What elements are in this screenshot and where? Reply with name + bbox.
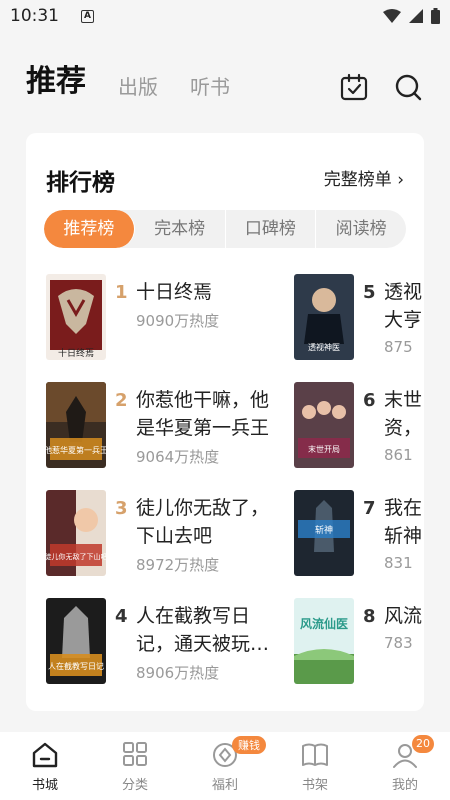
rank-number: 3 [115,498,128,519]
ranking-list: 十日终焉 1 十日终焉 9090万热度 他惹华夏第一兵王 2 你惹他干嘛，他是华… [26,133,424,711]
book-title: 风流 [384,605,423,627]
status-time: 10:31 [10,6,59,26]
nav-bookshelf[interactable]: 书架 [270,732,360,800]
list-item[interactable]: 斩神 7 我在 斩神 831 [294,490,424,582]
book-title: 末世 资， [384,389,423,439]
rank-number: 8 [363,606,376,627]
book-title: 我在 斩神 [384,497,423,547]
book-heat: 8906万热度 [136,664,220,682]
book-heat: 783 [384,634,413,652]
nav-bookshelf-label: 书架 [301,778,328,793]
rank-number: 6 [363,390,376,411]
book-cover: 他惹华夏第一兵王 [46,382,106,468]
rank-number: 1 [115,282,128,303]
rank-number: 2 [115,390,128,411]
svg-text:末世开局: 末世开局 [308,444,340,454]
list-item[interactable]: 末世开局 6 末世 资， 861 [294,382,424,474]
book-heat: 861 [384,446,413,464]
notification-icon: A [81,9,94,23]
nav-category-label: 分类 [121,778,148,793]
svg-text:人在截教写日记: 人在截教写日记 [48,661,104,671]
home-icon [32,742,58,768]
book-cover: 透视神医 [294,274,354,360]
list-item[interactable]: 风流仙医 8 风流 783 [294,598,424,690]
book-cover: 斩神 [294,490,354,576]
status-bar: 10:31 A [0,0,450,32]
tab-audio[interactable]: 听书 [190,71,230,100]
earn-badge: 赚钱 [232,736,266,754]
svg-text:他惹华夏第一兵王: 他惹华夏第一兵王 [46,445,106,455]
book-title: 你惹他干嘛，他是华夏第一兵王 [136,389,270,439]
book-title: 十日终焉 [136,281,213,303]
book-cover: 十日终焉 [46,274,106,360]
ranking-card: 排行榜 完整榜单 › 推荐榜 完本榜 口碑榜 阅读榜 十日终焉 1 十日终焉 9… [26,133,424,711]
book-heat: 831 [384,554,413,572]
book-cover: 人在截教写日记 [46,598,106,684]
svg-text:十日终焉: 十日终焉 [58,347,94,359]
battery-icon [431,8,440,24]
svg-text:徒儿你无敌了下山吧: 徒儿你无敌了下山吧 [46,552,106,561]
book-cover: 末世开局 [294,382,354,468]
nav-mine-label: 我的 [391,778,418,793]
grid-icon [123,742,147,766]
book-title: 人在截教写日记，通天被玩… [136,605,270,655]
svg-text:透视神医: 透视神医 [308,342,340,352]
rank-number: 5 [363,282,376,303]
nav-bookstore[interactable]: 书城 [0,732,90,800]
book-icon [302,743,328,766]
nav-bookstore-label: 书城 [31,778,58,793]
calendar-check-icon[interactable] [339,72,369,102]
svg-text:斩神: 斩神 [315,524,333,536]
list-item[interactable]: 透视神医 5 透视 大亨 875 [294,274,424,366]
svg-text:风流仙医: 风流仙医 [300,616,348,631]
bottom-nav: 书城 分类 福利 书架 我的 赚钱 20 [0,732,450,800]
rank-number: 7 [363,498,376,519]
book-cover: 徒儿你无敌了下山吧 [46,490,106,576]
search-icon[interactable] [393,72,423,102]
book-heat: 8972万热度 [136,556,220,574]
nav-mine[interactable]: 我的 [360,732,450,800]
tab-publish[interactable]: 出版 [118,71,158,100]
nav-welfare-label: 福利 [211,778,238,793]
book-title: 徒儿你无敌了，下山去吧 [136,497,270,547]
rank-number: 4 [115,606,128,627]
top-header: 推荐 出版 听书 [0,50,450,110]
wifi-icon [383,9,401,23]
book-heat: 9090万热度 [136,312,220,330]
nav-category[interactable]: 分类 [90,732,180,800]
book-cover: 风流仙医 [294,598,354,684]
book-title: 透视 大亨 [384,281,423,331]
signal-icon [409,9,423,23]
book-heat: 9064万热度 [136,448,220,466]
tab-recommend[interactable]: 推荐 [26,56,86,100]
message-count-badge: 20 [412,735,434,753]
book-heat: 875 [384,338,413,356]
